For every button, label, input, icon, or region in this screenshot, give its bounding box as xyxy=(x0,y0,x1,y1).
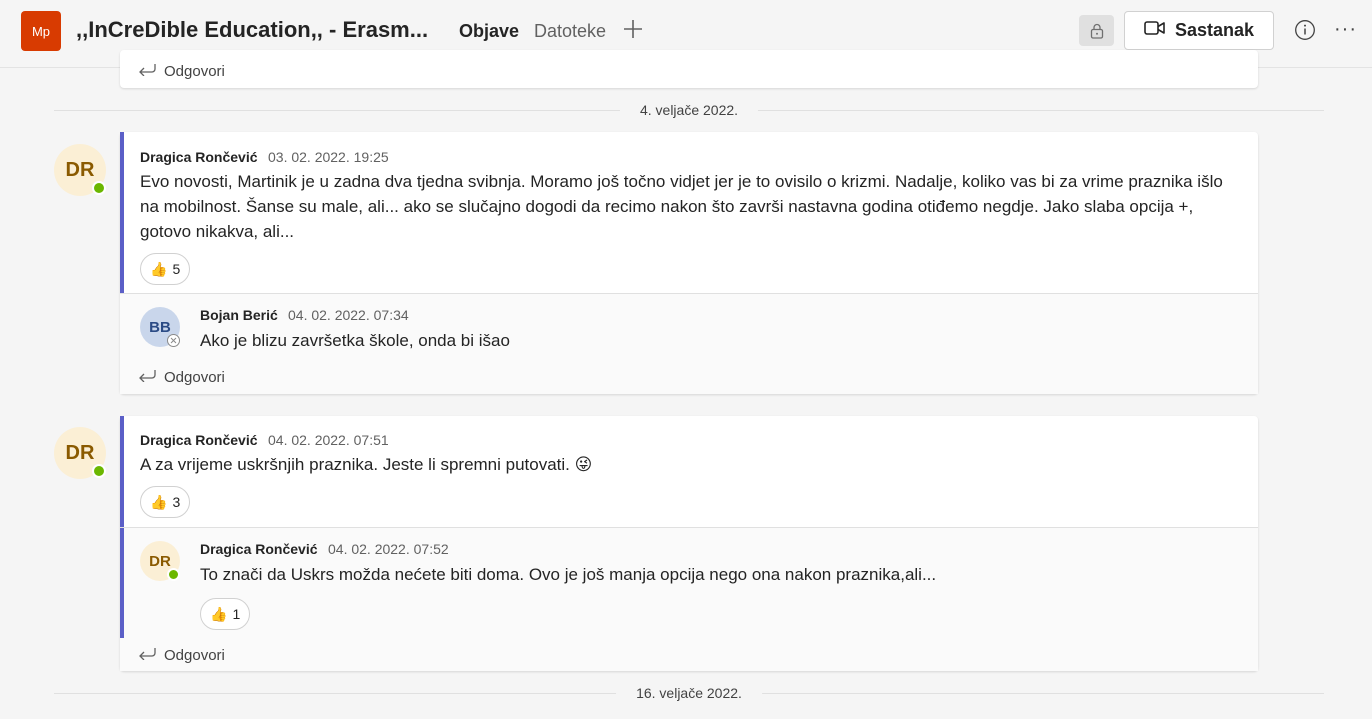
post-accent-bar xyxy=(120,132,124,293)
reply-arrow-icon xyxy=(138,368,156,386)
tab-objave[interactable]: Objave xyxy=(459,21,519,42)
post-author[interactable]: Dragica Rončević xyxy=(140,432,258,448)
avatar-initials: DR xyxy=(65,158,95,181)
post-body: Evo novosti, Martinik je u zadna dva tje… xyxy=(140,172,1223,241)
team-title[interactable]: ,,InCreDible Education,, - Erasm... xyxy=(76,17,436,43)
video-camera-icon xyxy=(1144,20,1166,41)
reply-link[interactable]: Odgovori xyxy=(138,646,225,664)
avatar[interactable]: BB xyxy=(140,307,180,347)
status-offline-icon xyxy=(167,334,180,347)
reply-label: Odgovori xyxy=(164,646,225,664)
reply-body: To znači da Uskrs možda nećete biti doma… xyxy=(200,565,937,584)
reaction-count: 5 xyxy=(172,261,181,277)
status-available-icon xyxy=(92,464,106,478)
reply-section: DR Dragica Rončević 04. 02. 2022. 07:52 … xyxy=(120,527,1258,671)
add-tab-icon[interactable] xyxy=(622,18,644,40)
status-available-icon xyxy=(167,568,180,581)
reply-author[interactable]: Dragica Rončević xyxy=(200,541,318,557)
thread-card: Dragica Rončević 03. 02. 2022. 19:25 Evo… xyxy=(120,132,1258,394)
reply-link[interactable]: Odgovori xyxy=(138,62,225,80)
reply-section: BB Bojan Berić 04. 02. 2022. 07:34 Ako j… xyxy=(120,293,1258,394)
reply-author[interactable]: Bojan Berić xyxy=(200,307,278,323)
status-available-icon xyxy=(92,181,106,195)
reply-label: Odgovori xyxy=(164,62,225,80)
tab-datoteke[interactable]: Datoteke xyxy=(534,21,606,42)
thumbs-up-icon: 👍 xyxy=(210,605,228,622)
meet-button[interactable]: Sastanak xyxy=(1124,11,1274,50)
reaction-badge[interactable]: 👍 3 xyxy=(140,486,191,518)
avatar[interactable]: DR xyxy=(54,427,106,479)
reply-body: Ako je blizu završetka škole, onda bi iš… xyxy=(200,331,510,350)
reply-accent-bar xyxy=(120,528,124,638)
reply-arrow-icon xyxy=(138,646,156,664)
more-options-icon[interactable]: ··· xyxy=(1334,18,1357,41)
post-body: A za vrijeme uskršnjih praznika. Jeste l… xyxy=(140,455,593,474)
reply-timestamp: 04. 02. 2022. 07:52 xyxy=(328,541,449,557)
team-avatar[interactable]: Mp xyxy=(21,11,61,51)
avatar-initials: BB xyxy=(149,318,171,336)
reply-arrow-icon xyxy=(138,62,156,80)
date-label: 4. veljače 2022. xyxy=(619,102,759,118)
date-label: 16. veljače 2022. xyxy=(616,685,762,701)
reply-label: Odgovori xyxy=(164,368,225,386)
avatar[interactable]: DR xyxy=(54,144,106,196)
reaction-count: 3 xyxy=(172,494,181,510)
previous-thread-card: Odgovori xyxy=(120,50,1258,88)
thumbs-up-icon: 👍 xyxy=(150,493,168,510)
thumbs-up-icon: 👍 xyxy=(150,260,168,277)
post-timestamp: 04. 02. 2022. 07:51 xyxy=(268,432,389,448)
info-icon[interactable] xyxy=(1294,19,1316,41)
reply-link[interactable]: Odgovori xyxy=(138,368,225,386)
post-author[interactable]: Dragica Rončević xyxy=(140,149,258,165)
reaction-badge[interactable]: 👍 5 xyxy=(140,253,191,285)
meet-button-label: Sastanak xyxy=(1174,20,1255,40)
reply-timestamp: 04. 02. 2022. 07:34 xyxy=(288,307,409,323)
lock-icon[interactable] xyxy=(1079,15,1114,46)
reaction-badge[interactable]: 👍 1 xyxy=(200,598,251,630)
thread-card: Dragica Rončević 04. 02. 2022. 07:51 A z… xyxy=(120,416,1258,671)
avatar-initials: DR xyxy=(149,552,171,570)
post-timestamp: 03. 02. 2022. 19:25 xyxy=(268,149,389,165)
reaction-count: 1 xyxy=(232,606,241,622)
avatar-initials: DR xyxy=(65,441,95,464)
avatar[interactable]: DR xyxy=(140,541,180,581)
